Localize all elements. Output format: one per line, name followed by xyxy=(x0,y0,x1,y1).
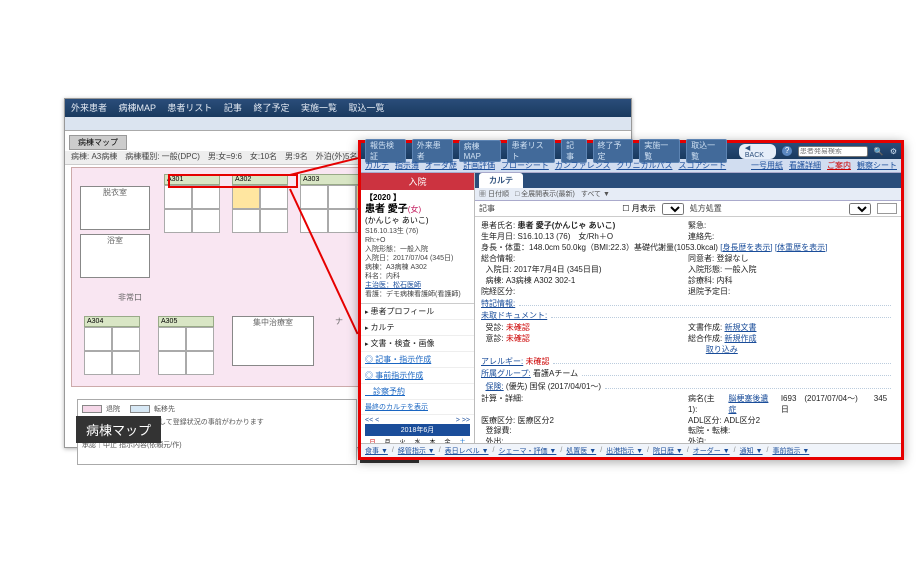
sb-docs[interactable]: 文書・検査・画像 xyxy=(361,336,474,352)
main-toolbar: ▦ 日付順 全展開表示(最新) すべて ▼ xyxy=(475,188,901,201)
bed-header: A304 xyxy=(84,316,140,327)
tool-date[interactable]: ▦ 日付順 xyxy=(479,189,509,199)
subnav-item[interactable]: カルテ xyxy=(365,160,389,171)
bl[interactable]: 食事 ▼ xyxy=(365,446,388,456)
subnav-right[interactable]: 看護詳細 xyxy=(789,160,821,171)
room-exit: 非常口 xyxy=(80,292,180,306)
titlebar-item[interactable]: 病棟MAP xyxy=(119,103,156,113)
titlebar-item[interactable]: 外来患者 xyxy=(71,103,107,113)
front-toolbar: 報告検証 外来患者 病棟MAP 患者リスト 記事 終了予定 実施一覧 取込一覧 … xyxy=(361,143,901,159)
cal-title: 2018年6月 xyxy=(365,424,470,436)
subnav-right[interactable]: 一号用紙 xyxy=(751,160,783,171)
calendar: << < > >> 2018年6月 日月火水木金土 272829303112 3… xyxy=(361,415,474,443)
tb-item[interactable]: 病棟MAP xyxy=(459,140,501,162)
filter-row: 記事 ☐ 月表示 処方処置 xyxy=(475,201,901,217)
subnav-item[interactable]: スコアシート xyxy=(678,160,726,171)
filter-right-select[interactable] xyxy=(849,203,871,215)
ward-map-tab[interactable]: 病棟マップ xyxy=(69,135,127,150)
room-nurse: ナ xyxy=(324,316,354,366)
subnav-item[interactable]: フローシート xyxy=(501,160,549,171)
sb-create-preorder[interactable]: ◎ 事前指示作成 xyxy=(361,368,474,384)
bl[interactable]: 事前指示 ▼ xyxy=(772,446,809,456)
sidebar-tab-inpatient[interactable]: 入院 xyxy=(361,173,474,190)
back-toolbar xyxy=(65,117,631,131)
tag-ward-map: 病棟マップ xyxy=(76,416,161,443)
patient-summary: 【2020 】 患者 愛子(女) (かんじゃ あいこ) S16.10.13生 (… xyxy=(361,190,474,304)
search-input[interactable] xyxy=(798,146,868,157)
filter-dd[interactable] xyxy=(877,203,897,214)
karte-window: 報告検証 外来患者 病棟MAP 患者リスト 記事 終了予定 実施一覧 取込一覧 … xyxy=(358,140,904,460)
subnav-right[interactable]: 観察シート xyxy=(857,160,897,171)
subnav: カルテ 指示簿 オーダ歴 計画評価 フローシート カンファレンス クリニカルパス… xyxy=(361,159,901,173)
titlebar-item[interactable]: 終了予定 xyxy=(253,103,289,113)
subnav-right[interactable]: ご案内 xyxy=(827,160,851,171)
room-bath: 浴室 xyxy=(80,234,150,278)
sb-recent[interactable]: 最終のカルテを表示 xyxy=(361,400,474,415)
room-dressing: 脱衣室 xyxy=(80,186,150,230)
tool-expand[interactable]: 全展開表示(最新) xyxy=(515,189,575,199)
sb-karte[interactable]: カルテ xyxy=(361,320,474,336)
bl[interactable]: 通知 ▼ xyxy=(740,446,763,456)
titlebar-item[interactable]: 記事 xyxy=(224,103,242,113)
bl[interactable]: 出港指示 ▼ xyxy=(606,446,643,456)
bl[interactable]: 院日歴 ▼ xyxy=(653,446,683,456)
main: カルテ ▦ 日付順 全展開表示(最新) すべて ▼ 記事 ☐ 月表示 処方処置 … xyxy=(475,173,901,443)
highlight-bed-header xyxy=(168,174,298,188)
bottom-links: 食事 ▼/ 経管指示 ▼/ 表日レベル ▼/ シェーマ・評価 ▼/ 処置医 ▼/… xyxy=(361,443,901,457)
settings-icon[interactable]: ⚙ xyxy=(890,147,897,156)
bl[interactable]: シェーマ・評価 ▼ xyxy=(498,446,556,456)
sb-create-record[interactable]: ◎ 記事・指示作成 xyxy=(361,352,474,368)
sb-reserve[interactable]: 診察予約 xyxy=(361,384,474,400)
search-icon[interactable]: 🔍 xyxy=(874,147,884,156)
subnav-item[interactable]: 計画評価 xyxy=(463,160,495,171)
subnav-item[interactable]: 指示簿 xyxy=(395,160,419,171)
main-tabbar: カルテ xyxy=(475,173,901,188)
back-button[interactable]: ◀ BACK xyxy=(739,144,776,159)
subnav-item[interactable]: クリニカルパス xyxy=(616,160,672,171)
bl[interactable]: オーダー ▼ xyxy=(693,446,730,456)
cal-prev[interactable]: << < xyxy=(365,417,379,424)
bl[interactable]: 経管指示 ▼ xyxy=(398,446,435,456)
subnav-item[interactable]: カンファレンス xyxy=(555,160,611,171)
filter-right: 処方処置 xyxy=(690,203,722,214)
cal-next[interactable]: > >> xyxy=(456,417,470,424)
titlebar-item[interactable]: 患者リスト xyxy=(167,103,212,113)
titlebar-item[interactable]: 取込一覧 xyxy=(349,103,385,113)
tool-all[interactable]: すべて ▼ xyxy=(581,189,610,199)
bl[interactable]: 処置医 ▼ xyxy=(566,446,596,456)
tab-karte[interactable]: カルテ xyxy=(479,173,523,188)
bl[interactable]: 表日レベル ▼ xyxy=(445,446,489,456)
titlebar-item[interactable]: 実施一覧 xyxy=(301,103,337,113)
subnav-item[interactable]: オーダ歴 xyxy=(425,160,457,171)
sidebar: 入院 【2020 】 患者 愛子(女) (かんじゃ あいこ) S16.10.13… xyxy=(361,173,475,443)
cal-table[interactable]: 日月火水木金土 272829303112 3456789 10111213141… xyxy=(365,436,470,443)
bed-header: A305 xyxy=(158,316,214,327)
room-icu: 集中治療室 xyxy=(232,316,314,366)
back-titlebar: 外来患者 病棟MAP 患者リスト 記事 終了予定 実施一覧 取込一覧 xyxy=(65,99,631,117)
sb-profile[interactable]: 患者プロフィール xyxy=(361,304,474,320)
patient-detail: 患者氏名: 患者 愛子(かんじゃ あいこ) 緊急: 生年月日: S16.10.1… xyxy=(475,217,901,443)
filter-month-select[interactable] xyxy=(662,203,684,215)
help-icon[interactable]: ? xyxy=(782,146,792,156)
filter-left: 記事 xyxy=(479,203,495,214)
filter-month[interactable]: ☐ 月表示 xyxy=(622,203,655,214)
